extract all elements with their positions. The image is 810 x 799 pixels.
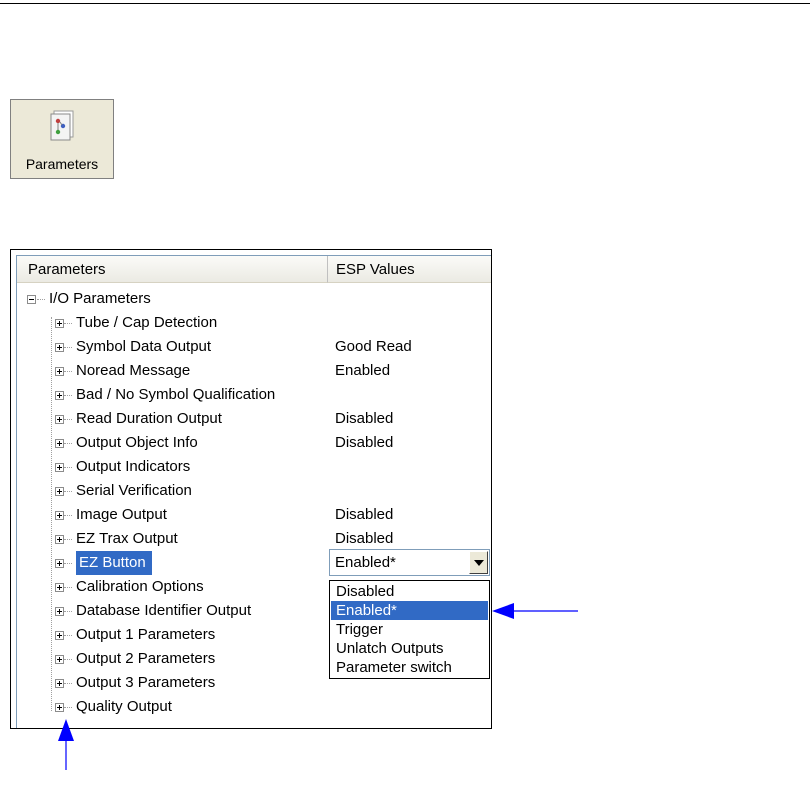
tree-item-value: Disabled xyxy=(335,434,394,451)
expand-icon[interactable] xyxy=(55,511,64,520)
dropdown-option-trigger[interactable]: Trigger xyxy=(331,620,488,639)
tree-item-label: Quality Output xyxy=(76,698,172,715)
tree-item-value: Disabled xyxy=(335,410,394,427)
tree-item-value: Enabled xyxy=(335,362,391,379)
dropdown-option-enabled[interactable]: Enabled* xyxy=(331,601,488,620)
combo-selected-value: Enabled* xyxy=(335,554,396,571)
expand-icon[interactable] xyxy=(55,559,64,568)
dropdown-option-disabled[interactable]: Disabled xyxy=(331,582,488,601)
expand-icon[interactable] xyxy=(55,583,64,592)
tree-connector xyxy=(64,683,72,684)
parameters-doc-icon xyxy=(50,110,74,141)
tree-root-label: I/O Parameters xyxy=(49,290,151,307)
tree-item-label: Output 2 Parameters xyxy=(76,650,216,667)
expand-icon[interactable] xyxy=(55,607,64,616)
expand-icon[interactable] xyxy=(55,439,64,448)
column-header-esp-values[interactable]: ESP Values xyxy=(328,256,491,283)
dropdown-arrow-icon[interactable] xyxy=(469,551,488,574)
expand-icon[interactable] xyxy=(55,367,64,376)
expand-icon[interactable] xyxy=(55,391,64,400)
tree-connector xyxy=(64,395,72,396)
tree-item-label: Output 1 Parameters xyxy=(76,626,216,643)
expand-icon[interactable] xyxy=(55,631,64,640)
tree-connector xyxy=(64,467,72,468)
expand-icon[interactable] xyxy=(55,655,64,664)
tree-connector xyxy=(64,323,72,324)
tree-connector xyxy=(64,515,72,516)
expand-icon[interactable] xyxy=(55,415,64,424)
ez-button-value-combo[interactable]: Enabled* xyxy=(329,549,490,576)
tree-item-label: Bad / No Symbol Qualification xyxy=(76,386,276,403)
tree-connector xyxy=(64,611,72,612)
column-header-parameters[interactable]: Parameters xyxy=(17,256,328,283)
expand-icon[interactable] xyxy=(55,487,64,496)
tree-connector xyxy=(64,659,72,660)
tree-connector xyxy=(64,563,72,564)
tree-item-label: Output 3 Parameters xyxy=(76,674,216,691)
tree-guide-line xyxy=(51,317,52,711)
expand-icon[interactable] xyxy=(55,319,64,328)
tree-item-label: Image Output xyxy=(76,506,167,523)
tree-connector xyxy=(64,347,72,348)
tree-connector xyxy=(64,587,72,588)
expand-icon[interactable] xyxy=(55,703,64,712)
tree-item-label: EZ Button xyxy=(76,551,152,575)
expand-icon[interactable] xyxy=(55,343,64,352)
tree-item-label: Database Identifier Output xyxy=(76,602,252,619)
top-rule xyxy=(0,3,810,4)
tree-connector xyxy=(37,299,45,300)
tree-item-value: Good Read xyxy=(335,338,412,355)
callout-arrow-enabled xyxy=(492,603,578,619)
tree-connector xyxy=(64,371,72,372)
tree-item-label: Noread Message xyxy=(76,362,191,379)
tree-connector xyxy=(64,539,72,540)
expand-icon[interactable] xyxy=(55,463,64,472)
expand-icon[interactable] xyxy=(55,535,64,544)
tree-connector xyxy=(64,491,72,492)
tree-connector xyxy=(64,443,72,444)
parameters-button[interactable]: Parameters xyxy=(10,99,114,179)
tree-item-value: Disabled xyxy=(335,530,394,547)
tree-item-value: Disabled xyxy=(335,506,394,523)
tree-item-label: Tube / Cap Detection xyxy=(76,314,218,331)
tree-item-label: Calibration Options xyxy=(76,578,204,595)
tree-connector xyxy=(64,635,72,636)
dropdown-option-unlatch-outputs[interactable]: Unlatch Outputs xyxy=(331,639,488,658)
tree-item-label: Symbol Data Output xyxy=(76,338,212,355)
parameters-button-label: Parameters xyxy=(25,156,99,172)
tree-item-label: Read Duration Output xyxy=(76,410,222,427)
tree-item-label: Output Object Info xyxy=(76,434,198,451)
tree-item-label: Serial Verification xyxy=(76,482,192,499)
tree-item-label: EZ Trax Output xyxy=(76,530,178,547)
tree-connector xyxy=(64,707,72,708)
dropdown-option-parameter-switch[interactable]: Parameter switch xyxy=(331,658,488,677)
expand-icon[interactable] xyxy=(55,679,64,688)
tree-connector xyxy=(64,419,72,420)
ez-button-dropdown-list: Disabled Enabled* Trigger Unlatch Output… xyxy=(329,580,490,679)
collapse-icon[interactable] xyxy=(27,295,36,304)
tree-item-label: Output Indicators xyxy=(76,458,191,475)
